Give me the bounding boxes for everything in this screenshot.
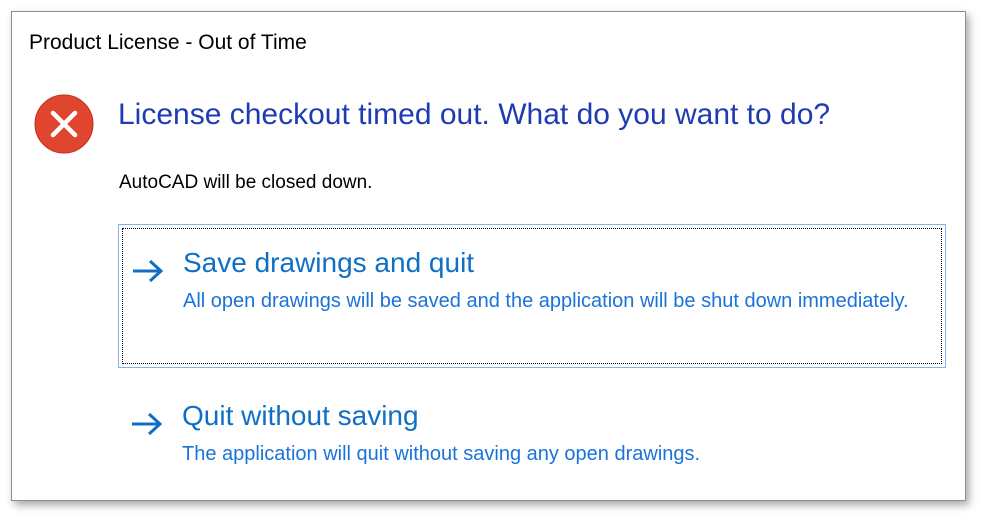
error-icon — [34, 94, 94, 154]
task-dialog: Product License - Out of Time License ch… — [11, 11, 966, 501]
command-link-description: The application will quit without saving… — [182, 443, 701, 465]
main-instruction: License checkout timed out. What do you … — [118, 98, 831, 131]
arrow-right-icon — [133, 259, 164, 283]
command-link-description: All open drawings will be saved and the … — [183, 290, 909, 312]
quit-without-saving-button[interactable]: Quit without saving The application will… — [118, 390, 946, 474]
command-link-title: Quit without saving — [182, 400, 419, 431]
command-link-title: Save drawings and quit — [183, 247, 475, 278]
content-text: AutoCAD will be closed down. — [119, 172, 373, 193]
save-drawings-and-quit-button[interactable]: Save drawings and quit All open drawings… — [118, 224, 946, 368]
dialog-title: Product License - Out of Time — [29, 31, 307, 54]
arrow-right-icon — [132, 412, 163, 436]
